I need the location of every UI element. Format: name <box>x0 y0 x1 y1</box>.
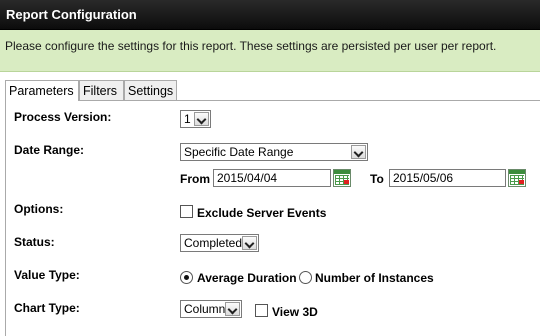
number-of-instances-label: Number of Instances <box>315 271 434 285</box>
tab-filters-label: Filters <box>83 84 118 98</box>
chart-type-label: Chart Type: <box>14 301 80 315</box>
view-3d-checkbox[interactable] <box>255 304 268 317</box>
status-value: Completed <box>184 236 243 250</box>
tab-filters[interactable]: Filters <box>79 80 124 100</box>
chevron-down-icon <box>351 145 366 159</box>
chevron-down-icon <box>225 302 240 316</box>
tab-settings[interactable]: Settings <box>124 80 177 100</box>
average-duration-label: Average Duration <box>197 271 297 285</box>
info-banner: Please configure the settings for this r… <box>0 30 540 72</box>
chevron-down-icon <box>194 112 209 126</box>
info-text: Please configure the settings for this r… <box>5 39 497 53</box>
status-select[interactable]: Completed <box>180 234 259 252</box>
to-date-value: 2015/05/06 <box>393 171 454 185</box>
view-3d-label: View 3D <box>272 305 318 319</box>
value-type-label: Value Type: <box>14 268 80 282</box>
calendar-icon[interactable] <box>333 169 351 187</box>
date-range-select[interactable]: Specific Date Range <box>180 143 368 161</box>
date-range-label: Date Range: <box>14 143 85 157</box>
process-version-select[interactable]: 1 <box>180 110 211 128</box>
calendar-icon[interactable] <box>508 169 526 187</box>
to-date-input[interactable]: 2015/05/06 <box>389 169 506 187</box>
window-title: Report Configuration <box>6 7 137 22</box>
tab-parameters-label: Parameters <box>9 84 74 98</box>
from-label: From <box>180 172 210 186</box>
exclude-server-events-label: Exclude Server Events <box>197 206 327 220</box>
chart-type-value: Column <box>184 302 226 316</box>
process-version-label: Process Version: <box>14 110 112 124</box>
title-bar: Report Configuration <box>0 0 540 30</box>
number-of-instances-radio[interactable] <box>299 271 312 284</box>
exclude-server-events-checkbox[interactable] <box>180 205 193 218</box>
tab-settings-label: Settings <box>128 84 174 98</box>
date-range-value: Specific Date Range <box>184 145 294 159</box>
to-label: To <box>370 172 384 186</box>
chevron-down-icon <box>242 236 257 250</box>
average-duration-radio[interactable] <box>180 271 193 284</box>
from-date-value: 2015/04/04 <box>217 171 278 185</box>
process-version-value: 1 <box>184 112 191 126</box>
chart-type-select[interactable]: Column <box>180 300 242 318</box>
from-date-input[interactable]: 2015/04/04 <box>213 169 331 187</box>
status-label: Status: <box>14 235 55 249</box>
tab-parameters[interactable]: Parameters <box>5 80 79 101</box>
options-label: Options: <box>14 202 64 216</box>
